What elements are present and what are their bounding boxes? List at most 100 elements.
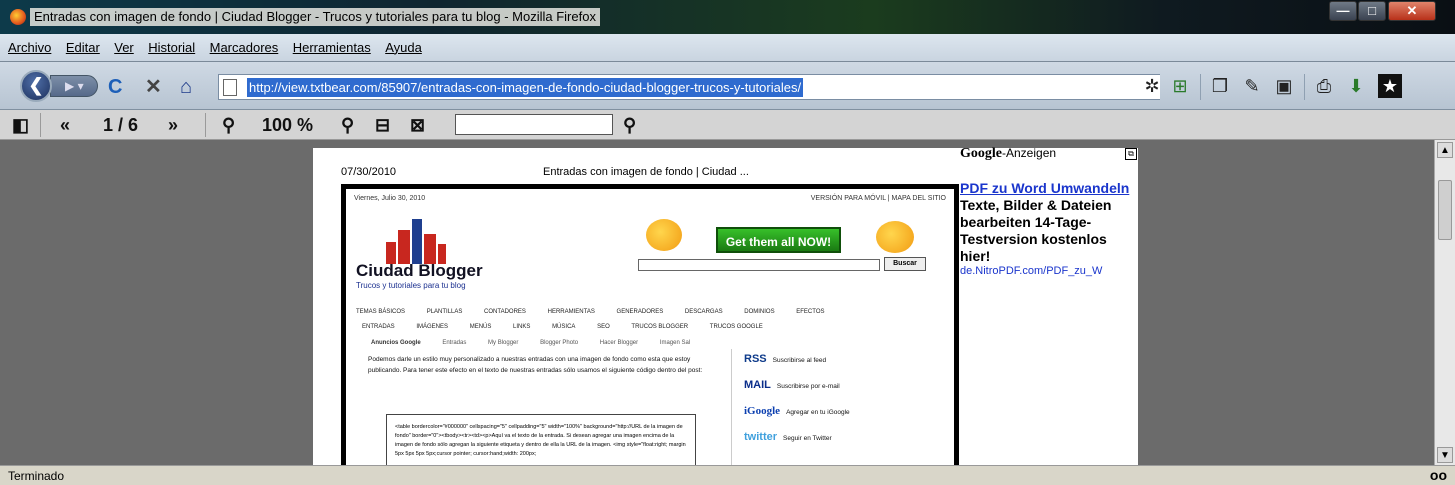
blog-search-button: Buscar (884, 257, 926, 271)
menu-herramientas[interactable]: Herramientas (293, 40, 371, 55)
firefox-logo-icon (10, 9, 26, 25)
blog-top-links: VERSIÓN PARA MÓVIL | MAPA DEL SITIO (810, 195, 946, 202)
page-icon (223, 79, 237, 96)
vertical-scrollbar[interactable]: ▲ ▼ (1434, 140, 1455, 465)
mail-icon: MAIL (744, 379, 771, 391)
previous-page-icon[interactable]: « (60, 115, 70, 135)
zoom-out-icon[interactable]: ⚲ (222, 115, 235, 135)
feed-item: RSS Suscribirse al feed (744, 353, 826, 365)
category-item: HERRAMIENTAS (547, 309, 595, 315)
toolbar-separator (40, 113, 41, 137)
reader-toolbar: ◧ « 1 / 6 » ⚲ 100 % ⚲ ⊟ ⊠ ⚲ (0, 110, 1455, 140)
category-item: MÚSICA (552, 324, 576, 330)
ad-title-link[interactable]: PDF zu Word Umwandeln (960, 180, 1130, 197)
ad-link: My Blogger (488, 340, 519, 346)
forward-button[interactable]: ▶ ▾ (50, 75, 98, 97)
download-icon[interactable]: ⬇ (1344, 74, 1368, 98)
blog-screenshot: Viernes, Julio 30, 2010 VERSIÓN PARA MÓV… (341, 184, 959, 474)
category-item: MENÚS (469, 324, 492, 330)
feed-label: Suscribirse al feed (772, 357, 827, 364)
back-arrow-icon: ❮ (28, 75, 44, 95)
blog-tagline: Trucos y tutoriales para tu blog (356, 281, 466, 290)
category-item: CONTADORES (484, 309, 526, 315)
viewer-area: 07/30/2010 Entradas con imagen de fondo … (0, 140, 1434, 474)
toolbar-separator (1304, 74, 1305, 100)
category-row: TEMAS BÁSICOS PLANTILLAS CONTADORES HERR… (356, 309, 845, 315)
menu-editar[interactable]: Editar (66, 40, 100, 55)
url-text[interactable]: http://view.txtbear.com/85907/entradas-c… (247, 78, 804, 97)
ad-link: Hacer Blogger (599, 340, 639, 346)
ad-link: Imagen Sal (659, 340, 691, 346)
toolbar-separator (1200, 74, 1201, 100)
tools-icon[interactable]: ✎ (1240, 74, 1264, 98)
ads-label: Anuncios Google (371, 340, 421, 346)
add-page-icon[interactable]: ⊞ (1168, 74, 1192, 98)
page-header-date: 07/30/2010 (341, 166, 397, 178)
category-row: ENTRADAS IMÁGENES MENÚS LINKS MÚSICA SEO… (362, 324, 783, 330)
zoom-level: 100 % (262, 115, 314, 135)
google-logo: Google (960, 146, 1002, 161)
scrollbar-thumb[interactable] (1438, 180, 1452, 240)
blog-date: Viernes, Julio 30, 2010 (354, 195, 426, 202)
search-icon[interactable]: ⚲ (623, 115, 636, 135)
smiley-icon (876, 221, 914, 253)
status-text: Terminado (8, 469, 65, 483)
maximize-button[interactable]: □ (1358, 1, 1386, 21)
ad-links-row: Anuncios Google Entradas My Blogger Blog… (371, 340, 710, 346)
page-indicator: 1 / 6 (103, 115, 139, 135)
feed-label: Seguir en Twitter (783, 435, 832, 442)
menu-historial[interactable]: Historial (148, 40, 195, 55)
print-icon[interactable]: ⎙ (1312, 74, 1336, 98)
home-icon[interactable]: ⌂ (180, 77, 192, 97)
category-item: ENTRADAS (362, 324, 395, 330)
category-item: GENERADORES (616, 309, 664, 315)
ad-link: Entradas (442, 340, 467, 346)
blog-search-field (638, 259, 880, 271)
reader-search-input[interactable] (455, 114, 613, 135)
feed-label: Agregar en tu iGoogle (786, 409, 850, 416)
ads-header: Google-Anzeigen (960, 146, 1140, 162)
scroll-down-icon[interactable]: ▼ (1437, 447, 1453, 463)
menu-ver[interactable]: Ver (114, 40, 134, 55)
category-item: TEMAS BÁSICOS (356, 309, 406, 315)
close-button[interactable]: ✕ (1388, 1, 1436, 21)
menu-ayuda[interactable]: Ayuda (385, 40, 422, 55)
copy-icon[interactable]: ❐ (1208, 74, 1232, 98)
page-header-title: Entradas con imagen de fondo | Ciudad ..… (543, 166, 749, 178)
bookmark-icon[interactable]: ★ (1378, 74, 1402, 98)
minimize-button[interactable]: — (1329, 1, 1357, 21)
category-item: TRUCOS GOOGLE (709, 324, 763, 330)
fit-page-icon[interactable]: ⊠ (410, 115, 425, 135)
category-item: DOMINIOS (744, 309, 775, 315)
scroll-up-icon[interactable]: ▲ (1437, 142, 1453, 158)
ads-label: -Anzeigen (1002, 146, 1057, 160)
twitter-icon: twitter (744, 431, 777, 443)
feed-item: iGoogle Agregar en tu iGoogle (744, 405, 850, 417)
status-bar: Terminado oo (0, 465, 1455, 485)
google-ads-panel: Google-Anzeigen ⧉ PDF zu Word Umwandeln … (960, 146, 1140, 277)
banner-button: Get them all NOW! (716, 227, 841, 253)
paste-icon[interactable]: ▣ (1272, 74, 1296, 98)
feed-item: twitter Seguir en Twitter (744, 431, 832, 443)
menu-marcadores[interactable]: Marcadores (210, 40, 279, 55)
category-item: DESCARGAS (684, 309, 723, 315)
extra-toolbar: ⊞ ❐ ✎ ▣ ⎙ ⬇ ★ (1160, 62, 1455, 110)
fit-width-icon[interactable]: ⊟ (375, 115, 390, 135)
ad-url-link[interactable]: de.NitroPDF.com/PDF_zu_W (960, 265, 1140, 277)
reload-icon[interactable]: C (108, 77, 122, 97)
forward-arrow-icon: ▶ ▾ (65, 79, 84, 93)
browser-window: Entradas con imagen de fondo | Ciudad Bl… (0, 0, 1455, 485)
external-link-icon[interactable]: ⧉ (1125, 148, 1137, 160)
category-item: EFECTOS (796, 309, 825, 315)
rss-icon: RSS (744, 353, 767, 365)
next-page-icon[interactable]: » (168, 115, 178, 135)
post-text: Podemos darle un estilo muy personalizad… (368, 356, 703, 374)
sidebar-toggle-icon[interactable]: ◧ (12, 115, 29, 135)
zoom-in-icon[interactable]: ⚲ (341, 115, 354, 135)
ad-description: Texte, Bilder & Dateien bearbeiten 14-Ta… (960, 197, 1112, 264)
stop-icon[interactable]: ✕ (145, 77, 162, 97)
menu-archivo[interactable]: Archivo (8, 40, 51, 55)
blog-name: Ciudad Blogger (356, 261, 483, 280)
back-button[interactable]: ❮ (20, 70, 52, 102)
menu-bar: Archivo Editar Ver Historial Marcadores … (0, 34, 1455, 62)
